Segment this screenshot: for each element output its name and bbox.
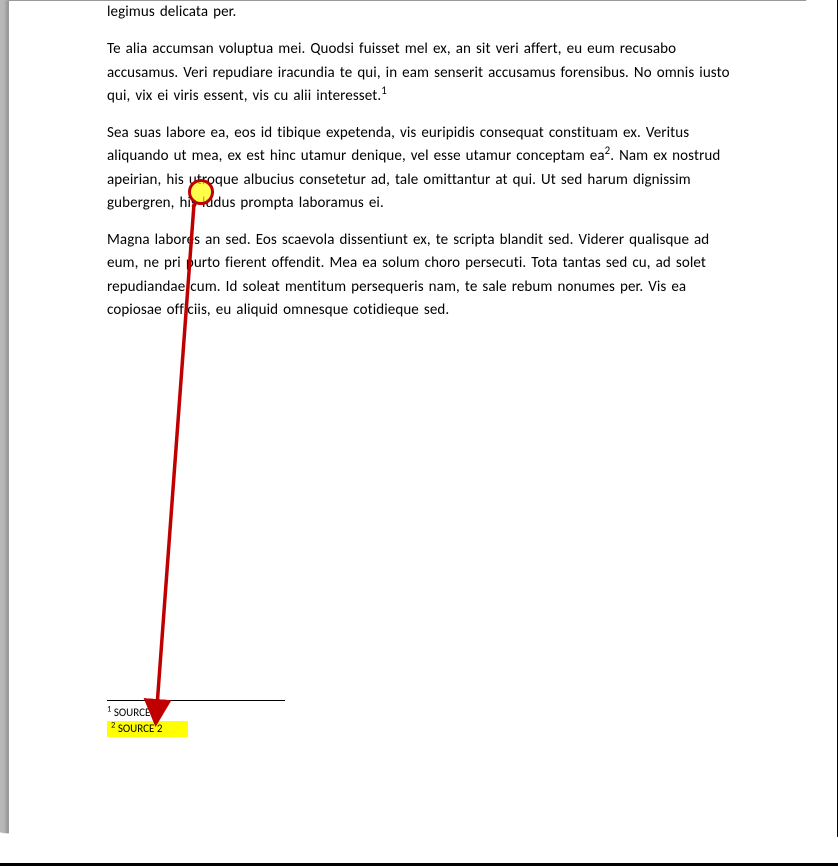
footnote-1: 1 SOURCE 1 (107, 705, 287, 721)
footnote-ref-1[interactable]: 1 (381, 84, 387, 97)
footnote-1-text: SOURCE 1 (111, 706, 158, 719)
footnote-2-highlight: 2 SOURCE 2 (107, 721, 188, 737)
paragraph-2: Te alia accumsan voluptua mei. Quodsi fu… (107, 38, 731, 108)
paragraph-1-text: legimus delicata per. (107, 3, 236, 21)
paragraph-3-text-before: Sea suas labore ea, eos id tibique expet… (107, 124, 689, 165)
footnote-separator (107, 700, 285, 701)
paragraph-2-text: Te alia accumsan voluptua mei. Quodsi fu… (107, 40, 730, 105)
page-body: legimus delicata per. Te alia accumsan v… (9, 1, 829, 322)
paragraph-1: legimus delicata per. (107, 1, 731, 24)
paragraph-4-text: Magna labores an sed. Eos scaevola disse… (107, 231, 709, 319)
footnote-2-text: SOURCE 2 (115, 722, 162, 735)
footnote-2: 2 SOURCE 2 (107, 721, 287, 737)
footnotes-area: 1 SOURCE 1 2 SOURCE 2 (107, 700, 287, 737)
document-page: legimus delicata per. Te alia accumsan v… (8, 0, 830, 850)
paragraph-4: Magna labores an sed. Eos scaevola disse… (107, 229, 731, 322)
paragraph-3: Sea suas labore ea, eos id tibique expet… (107, 122, 731, 215)
